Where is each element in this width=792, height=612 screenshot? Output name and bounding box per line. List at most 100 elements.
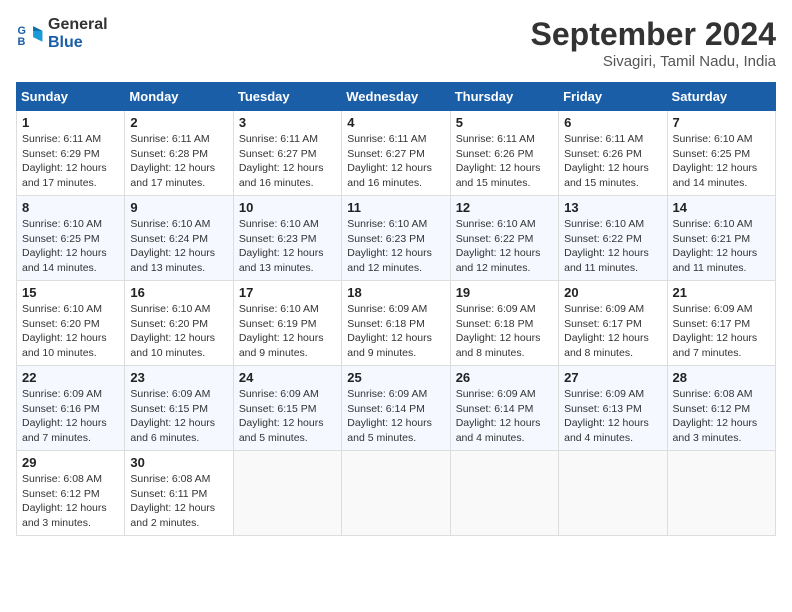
day-number: 29 — [22, 455, 119, 470]
day-number: 18 — [347, 285, 444, 300]
day-number: 19 — [456, 285, 553, 300]
calendar-cell: 12 Sunrise: 6:10 AMSunset: 6:22 PMDayligh… — [450, 196, 558, 281]
day-info: Sunrise: 6:08 AMSunset: 6:11 PMDaylight:… — [130, 472, 227, 531]
weekday-header-saturday: Saturday — [667, 83, 775, 111]
day-number: 9 — [130, 200, 227, 215]
calendar-cell: 19 Sunrise: 6:09 AMSunset: 6:18 PMDayligh… — [450, 281, 558, 366]
day-info: Sunrise: 6:09 AMSunset: 6:14 PMDaylight:… — [347, 387, 444, 446]
calendar-cell: 30 Sunrise: 6:08 AMSunset: 6:11 PMDayligh… — [125, 451, 233, 536]
day-info: Sunrise: 6:11 AMSunset: 6:27 PMDaylight:… — [347, 132, 444, 191]
day-info: Sunrise: 6:09 AMSunset: 6:14 PMDaylight:… — [456, 387, 553, 446]
day-number: 15 — [22, 285, 119, 300]
day-info: Sunrise: 6:09 AMSunset: 6:18 PMDaylight:… — [456, 302, 553, 361]
day-number: 6 — [564, 115, 661, 130]
calendar-header-row: SundayMondayTuesdayWednesdayThursdayFrid… — [17, 83, 776, 111]
title-area: September 2024 Sivagiri, Tamil Nadu, Ind… — [531, 16, 776, 70]
calendar-body: 1 Sunrise: 6:11 AMSunset: 6:29 PMDaylight… — [17, 111, 776, 536]
header: G B General Blue September 2024 Sivagiri… — [16, 16, 776, 70]
day-info: Sunrise: 6:11 AMSunset: 6:29 PMDaylight:… — [22, 132, 119, 191]
day-number: 25 — [347, 370, 444, 385]
day-number: 27 — [564, 370, 661, 385]
svg-text:B: B — [18, 35, 26, 47]
logo-line2: Blue — [48, 34, 108, 52]
logo: G B General Blue — [16, 16, 108, 51]
weekday-header-wednesday: Wednesday — [342, 83, 450, 111]
weekday-header-friday: Friday — [559, 83, 667, 111]
day-info: Sunrise: 6:09 AMSunset: 6:17 PMDaylight:… — [673, 302, 770, 361]
calendar-cell: 7 Sunrise: 6:10 AMSunset: 6:25 PMDaylight… — [667, 111, 775, 196]
day-number: 12 — [456, 200, 553, 215]
day-info: Sunrise: 6:11 AMSunset: 6:28 PMDaylight:… — [130, 132, 227, 191]
calendar-cell: 6 Sunrise: 6:11 AMSunset: 6:26 PMDaylight… — [559, 111, 667, 196]
calendar-cell: 1 Sunrise: 6:11 AMSunset: 6:29 PMDaylight… — [17, 111, 125, 196]
calendar-cell: 14 Sunrise: 6:10 AMSunset: 6:21 PMDayligh… — [667, 196, 775, 281]
day-info: Sunrise: 6:10 AMSunset: 6:23 PMDaylight:… — [239, 217, 336, 276]
calendar-cell: 16Sunrise: 6:10 AMSunset: 6:20 PMDayligh… — [125, 281, 233, 366]
day-number: 8 — [22, 200, 119, 215]
day-info: Sunrise: 6:09 AMSunset: 6:17 PMDaylight:… — [564, 302, 661, 361]
logo-icon: G B — [16, 20, 44, 48]
calendar-cell: 3 Sunrise: 6:11 AMSunset: 6:27 PMDaylight… — [233, 111, 341, 196]
day-number: 3 — [239, 115, 336, 130]
day-info: Sunrise: 6:11 AMSunset: 6:27 PMDaylight:… — [239, 132, 336, 191]
day-info: Sunrise: 6:10 AMSunset: 6:21 PMDaylight:… — [673, 217, 770, 276]
day-info: Sunrise: 6:09 AMSunset: 6:13 PMDaylight:… — [564, 387, 661, 446]
day-info: Sunrise: 6:11 AMSunset: 6:26 PMDaylight:… — [456, 132, 553, 191]
day-number: 17 — [239, 285, 336, 300]
day-number: 14 — [673, 200, 770, 215]
calendar-cell: 22Sunrise: 6:09 AMSunset: 6:16 PMDayligh… — [17, 366, 125, 451]
week-row-5: 29 Sunrise: 6:08 AMSunset: 6:12 PMDayligh… — [17, 451, 776, 536]
day-info: Sunrise: 6:10 AMSunset: 6:22 PMDaylight:… — [564, 217, 661, 276]
day-number: 22 — [22, 370, 119, 385]
calendar-cell — [667, 451, 775, 536]
week-row-4: 22Sunrise: 6:09 AMSunset: 6:16 PMDayligh… — [17, 366, 776, 451]
day-info: Sunrise: 6:10 AMSunset: 6:25 PMDaylight:… — [22, 217, 119, 276]
day-info: Sunrise: 6:09 AMSunset: 6:18 PMDaylight:… — [347, 302, 444, 361]
calendar-cell: 17 Sunrise: 6:10 AMSunset: 6:19 PMDayligh… — [233, 281, 341, 366]
calendar-cell — [559, 451, 667, 536]
day-number: 2 — [130, 115, 227, 130]
calendar: SundayMondayTuesdayWednesdayThursdayFrid… — [16, 82, 776, 536]
day-number: 20 — [564, 285, 661, 300]
day-number: 1 — [22, 115, 119, 130]
calendar-cell: 23Sunrise: 6:09 AMSunset: 6:15 PMDayligh… — [125, 366, 233, 451]
week-row-1: 1 Sunrise: 6:11 AMSunset: 6:29 PMDaylight… — [17, 111, 776, 196]
calendar-cell: 28Sunrise: 6:08 AMSunset: 6:12 PMDayligh… — [667, 366, 775, 451]
day-number: 30 — [130, 455, 227, 470]
day-info: Sunrise: 6:10 AMSunset: 6:24 PMDaylight:… — [130, 217, 227, 276]
day-info: Sunrise: 6:11 AMSunset: 6:26 PMDaylight:… — [564, 132, 661, 191]
day-info: Sunrise: 6:10 AMSunset: 6:25 PMDaylight:… — [673, 132, 770, 191]
location: Sivagiri, Tamil Nadu, India — [531, 53, 776, 70]
day-info: Sunrise: 6:10 AMSunset: 6:19 PMDaylight:… — [239, 302, 336, 361]
calendar-cell: 8 Sunrise: 6:10 AMSunset: 6:25 PMDaylight… — [17, 196, 125, 281]
calendar-cell — [342, 451, 450, 536]
week-row-3: 15 Sunrise: 6:10 AMSunset: 6:20 PMDayligh… — [17, 281, 776, 366]
day-number: 7 — [673, 115, 770, 130]
calendar-cell: 4Sunrise: 6:11 AMSunset: 6:27 PMDaylight… — [342, 111, 450, 196]
day-info: Sunrise: 6:09 AMSunset: 6:15 PMDaylight:… — [130, 387, 227, 446]
day-info: Sunrise: 6:10 AMSunset: 6:20 PMDaylight:… — [22, 302, 119, 361]
calendar-cell: 10Sunrise: 6:10 AMSunset: 6:23 PMDayligh… — [233, 196, 341, 281]
month-year: September 2024 — [531, 16, 776, 53]
calendar-cell: 20 Sunrise: 6:09 AMSunset: 6:17 PMDayligh… — [559, 281, 667, 366]
day-info: Sunrise: 6:10 AMSunset: 6:22 PMDaylight:… — [456, 217, 553, 276]
day-number: 26 — [456, 370, 553, 385]
day-info: Sunrise: 6:10 AMSunset: 6:20 PMDaylight:… — [130, 302, 227, 361]
weekday-header-sunday: Sunday — [17, 83, 125, 111]
logo-line1: General — [48, 16, 108, 34]
day-info: Sunrise: 6:08 AMSunset: 6:12 PMDaylight:… — [22, 472, 119, 531]
calendar-cell: 18 Sunrise: 6:09 AMSunset: 6:18 PMDayligh… — [342, 281, 450, 366]
calendar-cell: 27 Sunrise: 6:09 AMSunset: 6:13 PMDayligh… — [559, 366, 667, 451]
calendar-cell: 21Sunrise: 6:09 AMSunset: 6:17 PMDayligh… — [667, 281, 775, 366]
calendar-cell: 5Sunrise: 6:11 AMSunset: 6:26 PMDaylight… — [450, 111, 558, 196]
weekday-header-monday: Monday — [125, 83, 233, 111]
calendar-cell: 9 Sunrise: 6:10 AMSunset: 6:24 PMDaylight… — [125, 196, 233, 281]
day-number: 28 — [673, 370, 770, 385]
week-row-2: 8 Sunrise: 6:10 AMSunset: 6:25 PMDaylight… — [17, 196, 776, 281]
calendar-cell: 15 Sunrise: 6:10 AMSunset: 6:20 PMDayligh… — [17, 281, 125, 366]
day-info: Sunrise: 6:09 AMSunset: 6:15 PMDaylight:… — [239, 387, 336, 446]
calendar-cell — [450, 451, 558, 536]
calendar-cell: 29 Sunrise: 6:08 AMSunset: 6:12 PMDayligh… — [17, 451, 125, 536]
calendar-cell: 2 Sunrise: 6:11 AMSunset: 6:28 PMDaylight… — [125, 111, 233, 196]
calendar-cell: 11Sunrise: 6:10 AMSunset: 6:23 PMDayligh… — [342, 196, 450, 281]
